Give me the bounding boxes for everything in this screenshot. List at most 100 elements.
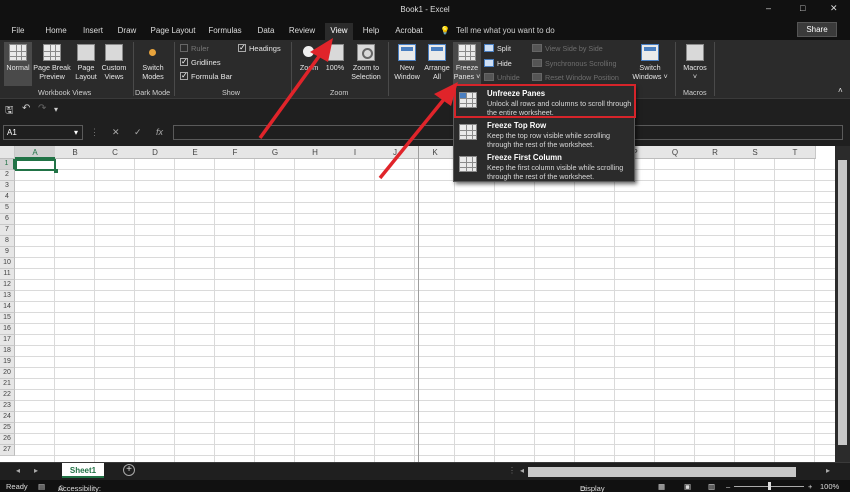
arrange-all-button[interactable]: Arrange All xyxy=(422,44,452,81)
tab-draw[interactable]: Draw xyxy=(114,23,140,40)
zoom-out-button[interactable]: – xyxy=(726,482,730,491)
unhide-button[interactable]: Unhide xyxy=(484,73,520,82)
formula-bar-checkbox[interactable]: Formula Bar xyxy=(180,71,232,81)
row-header[interactable]: 17 xyxy=(0,335,15,346)
row-header[interactable]: 8 xyxy=(0,236,15,247)
headings-checkbox[interactable]: Headings xyxy=(238,43,281,53)
customize-toolbar-icon[interactable]: ▾ xyxy=(54,105,58,114)
cancel-icon[interactable]: ✕ xyxy=(112,127,120,138)
vertical-scroll-thumb[interactable] xyxy=(838,160,847,445)
custom-views-button[interactable]: Custom Views xyxy=(99,44,129,81)
undo-icon[interactable]: ↶ xyxy=(22,103,30,114)
column-header[interactable]: G xyxy=(255,146,296,159)
worksheet-grid[interactable]: ABCDEFGHIJKLMNOPQRST 1234567891011121314… xyxy=(0,146,850,462)
zoom-to-selection-button[interactable]: Zoom to Selection xyxy=(348,44,384,81)
view-side-by-side-button[interactable]: View Side by Side xyxy=(532,44,603,53)
share-button[interactable]: Share xyxy=(797,22,837,37)
row-header[interactable]: 25 xyxy=(0,423,15,434)
row-header[interactable]: 18 xyxy=(0,346,15,357)
row-header[interactable]: 6 xyxy=(0,214,15,225)
cell-area[interactable] xyxy=(15,159,835,462)
row-header[interactable]: 9 xyxy=(0,247,15,258)
sheet-scroll-options-icon[interactable]: ⋮ xyxy=(508,466,516,475)
add-sheet-button[interactable]: + xyxy=(123,464,135,476)
column-header[interactable]: S xyxy=(735,146,776,159)
name-box-dropdown-icon[interactable]: ▾ xyxy=(74,128,78,137)
active-cell-a1[interactable] xyxy=(15,159,58,173)
zoom-in-button[interactable]: + xyxy=(808,482,812,491)
column-header[interactable]: E xyxy=(175,146,216,159)
normal-view-button[interactable]: Normal xyxy=(4,42,32,86)
hscroll-left-icon[interactable]: ◂ xyxy=(520,466,524,475)
column-header[interactable]: K xyxy=(415,146,456,159)
column-header[interactable]: Q xyxy=(655,146,696,159)
ruler-checkbox[interactable]: Ruler xyxy=(180,44,209,53)
tab-file[interactable]: File xyxy=(6,23,30,40)
close-button[interactable]: ✕ xyxy=(830,3,838,14)
select-all-corner[interactable] xyxy=(0,146,15,159)
column-header[interactable]: R xyxy=(695,146,736,159)
page-break-preview-button[interactable]: Page Break Preview xyxy=(33,44,71,81)
column-header[interactable]: I xyxy=(335,146,376,159)
tab-help[interactable]: Help xyxy=(358,23,384,40)
row-header[interactable]: 21 xyxy=(0,379,15,390)
row-header[interactable]: 15 xyxy=(0,313,15,324)
switch-modes-button[interactable]: Switch Modes xyxy=(138,44,168,81)
macro-record-icon[interactable]: ▤ xyxy=(38,482,45,491)
zoom-slider-thumb[interactable] xyxy=(768,482,771,490)
sheet-next-icon[interactable]: ▸ xyxy=(34,466,38,475)
row-header[interactable]: 16 xyxy=(0,324,15,335)
restore-button[interactable]: □ xyxy=(800,3,805,13)
column-header[interactable]: D xyxy=(135,146,176,159)
freeze-panes-button[interactable]: Freeze Panes ˅ xyxy=(453,42,481,86)
tab-home[interactable]: Home xyxy=(40,23,72,40)
zoom-button[interactable]: Zoom xyxy=(297,44,321,72)
column-header[interactable]: J xyxy=(375,146,416,159)
column-header[interactable]: H xyxy=(295,146,336,159)
row-header[interactable]: 13 xyxy=(0,291,15,302)
reset-window-position-button[interactable]: Reset Window Position xyxy=(532,73,619,82)
row-header[interactable]: 2 xyxy=(0,170,15,181)
tab-acrobat[interactable]: Acrobat xyxy=(392,23,426,40)
hscroll-right-icon[interactable]: ▸ xyxy=(826,466,830,475)
horizontal-scroll-thumb[interactable] xyxy=(528,467,796,477)
row-header[interactable]: 7 xyxy=(0,225,15,236)
insert-function-icon[interactable]: fx xyxy=(156,127,163,137)
tab-page-layout[interactable]: Page Layout xyxy=(148,23,198,40)
row-header[interactable]: 23 xyxy=(0,401,15,412)
row-header[interactable]: 5 xyxy=(0,203,15,214)
page-break-status-icon[interactable]: ▥ xyxy=(708,482,715,491)
tab-view[interactable]: View xyxy=(325,23,353,40)
row-header[interactable]: 20 xyxy=(0,368,15,379)
row-header[interactable]: 3 xyxy=(0,181,15,192)
tab-review[interactable]: Review xyxy=(286,23,318,40)
macros-button[interactable]: Macros ˅ xyxy=(680,44,710,81)
synchronous-scrolling-button[interactable]: Synchronous Scrolling xyxy=(532,59,617,68)
row-header[interactable]: 12 xyxy=(0,280,15,291)
column-header[interactable]: T xyxy=(775,146,816,159)
row-header[interactable]: 19 xyxy=(0,357,15,368)
redo-icon[interactable]: ↷ xyxy=(38,103,46,114)
zoom-level[interactable]: 100% xyxy=(820,482,839,491)
page-layout-status-icon[interactable]: ▣ xyxy=(684,482,691,491)
row-header[interactable]: 26 xyxy=(0,434,15,445)
column-header[interactable]: C xyxy=(95,146,136,159)
row-header[interactable]: 14 xyxy=(0,302,15,313)
collapse-ribbon-icon[interactable]: ˄ xyxy=(838,86,843,95)
tab-formulas[interactable]: Formulas xyxy=(205,23,245,40)
row-header[interactable]: 24 xyxy=(0,412,15,423)
tell-me-search[interactable]: 💡 Tell me what you want to do xyxy=(440,26,555,35)
row-header[interactable]: 22 xyxy=(0,390,15,401)
page-layout-view-button[interactable]: Page Layout xyxy=(73,44,99,81)
sheet-prev-icon[interactable]: ◂ xyxy=(16,466,20,475)
column-header[interactable]: A xyxy=(15,146,56,159)
new-window-button[interactable]: New Window xyxy=(393,44,421,81)
normal-view-status-icon[interactable]: ▦ xyxy=(658,482,665,491)
tab-insert[interactable]: Insert xyxy=(78,23,108,40)
gridlines-checkbox[interactable]: Gridlines xyxy=(180,57,221,67)
name-box[interactable]: A1 ▾ xyxy=(3,125,83,140)
enter-icon[interactable]: ✓ xyxy=(134,127,142,138)
split-button[interactable]: Split xyxy=(484,44,511,53)
sheet-tab-sheet1[interactable]: Sheet1 xyxy=(62,463,104,478)
column-header[interactable]: B xyxy=(55,146,96,159)
